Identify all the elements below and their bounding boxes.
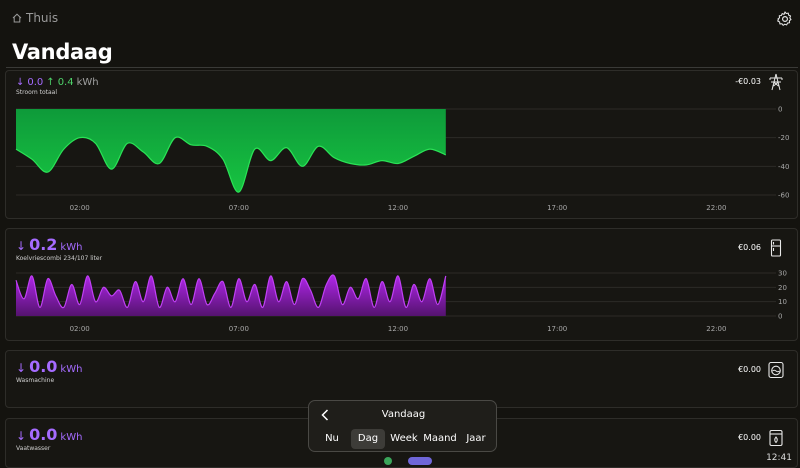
page-title: Vandaag (12, 40, 113, 64)
chart-koelvries: 30 20 10 0 02:00 07:00 12:00 17:00 22:00 (15, 270, 787, 333)
energy-readout: ↓ 0.0 kWh (16, 425, 82, 444)
energy-readout: ↓ 0.0 kWh (16, 357, 82, 376)
title-divider (6, 67, 798, 68)
x-tick-label: 07:00 (229, 204, 249, 212)
y-tick-label: 20 (778, 284, 787, 292)
dishwasher-icon (769, 429, 783, 447)
settings-gear-icon[interactable] (776, 10, 794, 28)
unit-label: kWh (60, 432, 83, 443)
arrow-down-icon: ↓ (16, 429, 27, 443)
tab-jaar[interactable]: Jaar (459, 429, 493, 449)
arrow-down-icon: ↓ (16, 361, 27, 375)
card-header: ↓ 0.0 kWh Vaatwasser (16, 425, 82, 452)
tab-nu[interactable]: Nu (315, 429, 349, 449)
chart-stroom: 0 -20 -40 -60 02:00 07:00 12:00 17:00 22:00 (15, 106, 789, 212)
home-icon (12, 13, 22, 23)
x-tick-label: 12:00 (388, 325, 408, 333)
tab-dag[interactable]: Dag (351, 429, 385, 449)
cost-value: €0.00 (738, 365, 761, 374)
device-label: Wasmachine (16, 377, 55, 384)
top-bar: Thuis (0, 0, 800, 38)
y-tick-label: 0 (778, 313, 782, 321)
chart-area (16, 274, 446, 316)
washing-machine-icon (768, 361, 784, 379)
card-header: ↓ 0.0 kWh Wasmachine (16, 357, 82, 384)
breadcrumb-label: Thuis (26, 11, 59, 25)
period-tabs: Nu Dag Week Maand Jaar (315, 429, 493, 449)
consumed-value: 0.0 (29, 425, 58, 444)
tab-maand[interactable]: Maand (423, 429, 457, 449)
tab-week[interactable]: Week (387, 429, 421, 449)
device-label: Vaatwasser (16, 445, 51, 452)
x-tick-label: 02:00 (70, 204, 90, 212)
x-tick-label: 02:00 (70, 325, 90, 333)
consumed-value: 0.0 (29, 357, 58, 376)
x-tick-label: 12:00 (388, 204, 408, 212)
breadcrumb-home[interactable]: Thuis (12, 11, 58, 25)
y-tick-label: -60 (778, 192, 789, 200)
period-title: Vandaag (381, 409, 426, 420)
y-tick-label: 10 (778, 298, 787, 306)
y-tick-label: -40 (778, 163, 789, 171)
nav-indicator-pill (408, 457, 432, 465)
cost-value: €0.00 (738, 433, 761, 442)
status-clock: 12:41 (766, 453, 792, 463)
nav-indicator-green (384, 457, 392, 465)
x-tick-label: 17:00 (547, 204, 567, 212)
period-selector: Vandaag Nu Dag Week Maand Jaar (308, 400, 497, 452)
energy-card-stroom[interactable]: ↓ 0.0 ↑ 0.4 kWh Stroom totaal -€0.03 0 -2… (5, 70, 798, 219)
x-tick-label: 22:00 (706, 325, 726, 333)
y-tick-label: 0 (778, 106, 782, 114)
y-tick-label: -20 (778, 134, 789, 142)
unit-label: kWh (60, 364, 83, 375)
x-tick-label: 07:00 (229, 325, 249, 333)
x-tick-label: 22:00 (706, 204, 726, 212)
y-tick-label: 30 (778, 270, 787, 278)
x-tick-label: 17:00 (547, 325, 567, 333)
energy-card-koelvries[interactable]: ↓ 0.2 kWh Koelvriescombi 234/107 liter €… (5, 228, 798, 341)
